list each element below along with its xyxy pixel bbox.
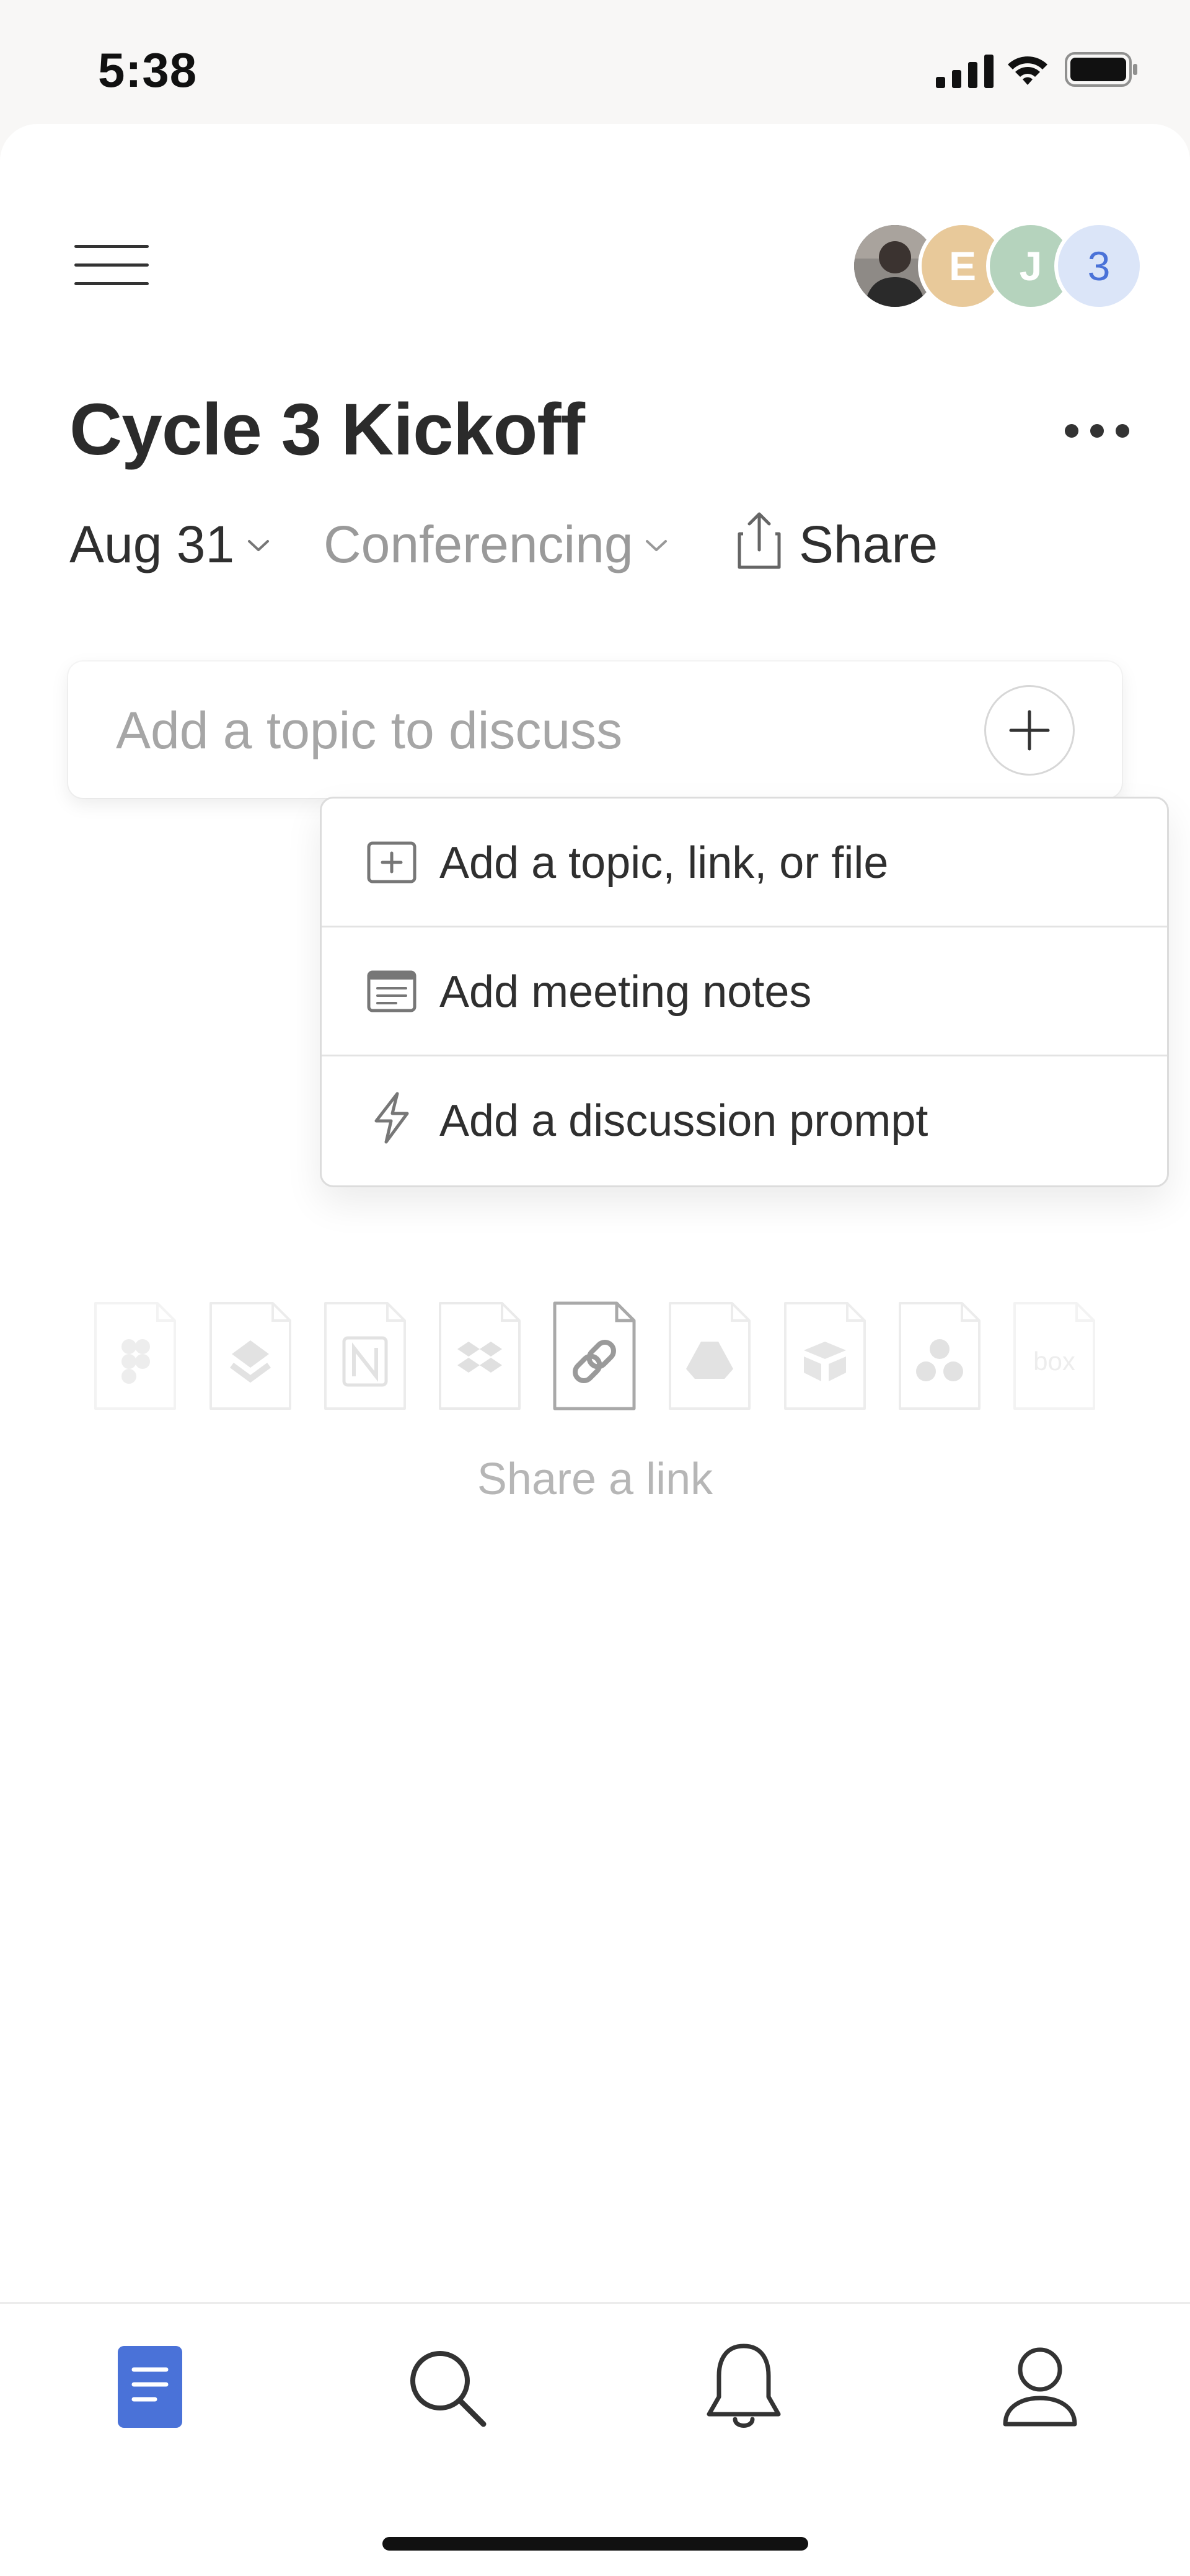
box-logo-text: box: [1033, 1347, 1075, 1376]
airtable-icon[interactable]: [779, 1297, 871, 1415]
conferencing-label: Conferencing: [324, 515, 633, 573]
google-drive-icon[interactable]: [664, 1297, 756, 1415]
menu-item-label: Add a topic, link, or file: [439, 838, 889, 888]
more-options-icon[interactable]: [1060, 422, 1134, 440]
page-title: Cycle 3 Kickoff: [69, 389, 585, 471]
figma-icon[interactable]: [89, 1297, 181, 1415]
topic-input[interactable]: [115, 699, 985, 762]
topic-input-container: [68, 662, 1122, 798]
battery-icon: [1065, 52, 1137, 87]
menu-item-add-topic[interactable]: Add a topic, link, or file: [322, 799, 1167, 927]
asana-icon[interactable]: [894, 1297, 985, 1415]
menu-item-add-notes[interactable]: Add meeting notes: [322, 927, 1167, 1056]
wifi-icon: [1008, 56, 1047, 85]
share-label: Share: [799, 515, 938, 573]
add-menu: Add a topic, link, or file Add meeting n…: [320, 797, 1169, 1187]
date-label: Aug 31: [69, 515, 235, 573]
menu-item-add-prompt[interactable]: Add a discussion prompt: [322, 1056, 1167, 1185]
lightning-icon: [374, 1092, 409, 1144]
box-icon[interactable]: box: [1008, 1297, 1100, 1415]
share-button[interactable]: Share: [734, 512, 938, 575]
avatar-initial: E: [948, 243, 977, 289]
menu-item-label: Add a discussion prompt: [439, 1096, 928, 1146]
tab-bar-divider: [0, 2302, 1190, 2304]
bell-icon[interactable]: [694, 2337, 793, 2437]
plus-icon: [1009, 710, 1050, 751]
menu-item-label: Add meeting notes: [439, 967, 812, 1017]
dropbox-icon[interactable]: [434, 1297, 526, 1415]
chevron-down-icon: [645, 539, 667, 551]
share-link-label: Share a link: [477, 1454, 713, 1504]
participant-count: 3: [1087, 243, 1111, 289]
notion-icon[interactable]: [319, 1297, 411, 1415]
chevron-down-icon: [248, 539, 270, 551]
link-icon[interactable]: [549, 1297, 640, 1415]
home-indicator: [382, 2537, 808, 2551]
document-icon[interactable]: [99, 2337, 198, 2437]
profile-icon[interactable]: [990, 2337, 1090, 2437]
signal-icon: [936, 55, 994, 88]
status-bar: 5:38: [0, 0, 1190, 126]
search-icon[interactable]: [397, 2337, 496, 2437]
share-icon: [738, 512, 781, 569]
participant-count-badge[interactable]: 3: [1054, 221, 1144, 311]
plus-square-icon: [367, 841, 416, 883]
menu-icon[interactable]: [74, 245, 152, 288]
layers-icon[interactable]: [205, 1297, 296, 1415]
notes-icon: [367, 970, 416, 1012]
conferencing-dropdown[interactable]: Conferencing: [324, 515, 672, 575]
avatar-initial: J: [1019, 243, 1042, 289]
date-dropdown[interactable]: Aug 31: [69, 515, 274, 575]
status-time: 5:38: [98, 43, 198, 97]
add-topic-button[interactable]: [984, 685, 1075, 776]
